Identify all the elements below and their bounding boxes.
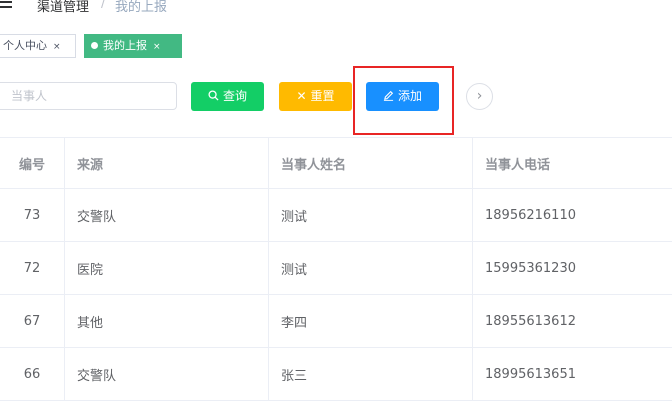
table-row[interactable]: 66 交警队 张三 18995613651: [0, 348, 672, 401]
search-button-label: 查询: [222, 89, 247, 103]
chevron-right-icon: ›: [476, 88, 483, 104]
tab-label: 我的上报: [103, 39, 147, 52]
cell-party-phone: 18956216110: [472, 189, 672, 241]
cell-party-name: 李四: [268, 295, 472, 347]
search-icon: [208, 82, 219, 111]
close-icon[interactable]: ×: [153, 42, 161, 52]
reset-button-label: 重置: [310, 89, 335, 103]
top-navbar: 渠道管理 / 我的上报: [0, 0, 672, 18]
active-dot-icon: [91, 41, 98, 49]
cell-id: 67: [23, 313, 41, 329]
table-row[interactable]: 67 其他 李四 18955613612: [0, 295, 672, 348]
cell-source: 医院: [64, 242, 268, 294]
close-icon[interactable]: ×: [53, 42, 61, 52]
cell-source: 交警队: [64, 189, 268, 241]
search-button[interactable]: 查询: [191, 82, 264, 111]
tab-personal-center[interactable]: 个人中心 ×: [0, 34, 76, 58]
party-search-input[interactable]: [0, 82, 177, 110]
header-party-name[interactable]: 当事人姓名: [268, 138, 472, 188]
cell-party-phone: 18995613651: [472, 348, 672, 400]
reset-button[interactable]: ✕ 重置: [279, 82, 352, 111]
close-icon: ✕: [296, 89, 307, 103]
breadcrumb-item-channel[interactable]: 渠道管理: [37, 0, 89, 15]
header-source[interactable]: 来源: [64, 138, 268, 188]
table-row[interactable]: 73 交警队 测试 18956216110: [0, 189, 672, 242]
cell-source: 交警队: [64, 348, 268, 400]
cell-party-name: 测试: [268, 242, 472, 294]
hamburger-icon[interactable]: [0, 0, 14, 8]
cell-party-name: 测试: [268, 189, 472, 241]
header-id[interactable]: 编号: [0, 138, 64, 188]
cell-id: 66: [23, 366, 41, 382]
cell-party-phone: 15995361230: [472, 242, 672, 294]
cell-id: 72: [23, 260, 41, 276]
expand-button[interactable]: ›: [466, 83, 493, 110]
tags-view: 个人中心 × 我的上报 ×: [0, 34, 672, 58]
table-header-row: 编号 来源 当事人姓名 当事人电话: [0, 138, 672, 189]
reports-table: 编号 来源 当事人姓名 当事人电话 73 交警队 测试 18956216110 …: [0, 137, 672, 401]
breadcrumb-separator: /: [101, 0, 106, 11]
tab-my-reports[interactable]: 我的上报 ×: [84, 34, 182, 58]
header-party-phone[interactable]: 当事人电话: [472, 138, 672, 188]
highlight-annotation: [353, 66, 454, 135]
table-row[interactable]: 72 医院 测试 15995361230: [0, 242, 672, 295]
cell-party-name: 张三: [268, 348, 472, 400]
cell-source: 其他: [64, 295, 268, 347]
tab-label: 个人中心: [3, 39, 47, 52]
cell-id: 73: [23, 207, 41, 223]
breadcrumb-item-current: 我的上报: [115, 0, 168, 15]
cell-party-phone: 18955613612: [472, 295, 672, 347]
